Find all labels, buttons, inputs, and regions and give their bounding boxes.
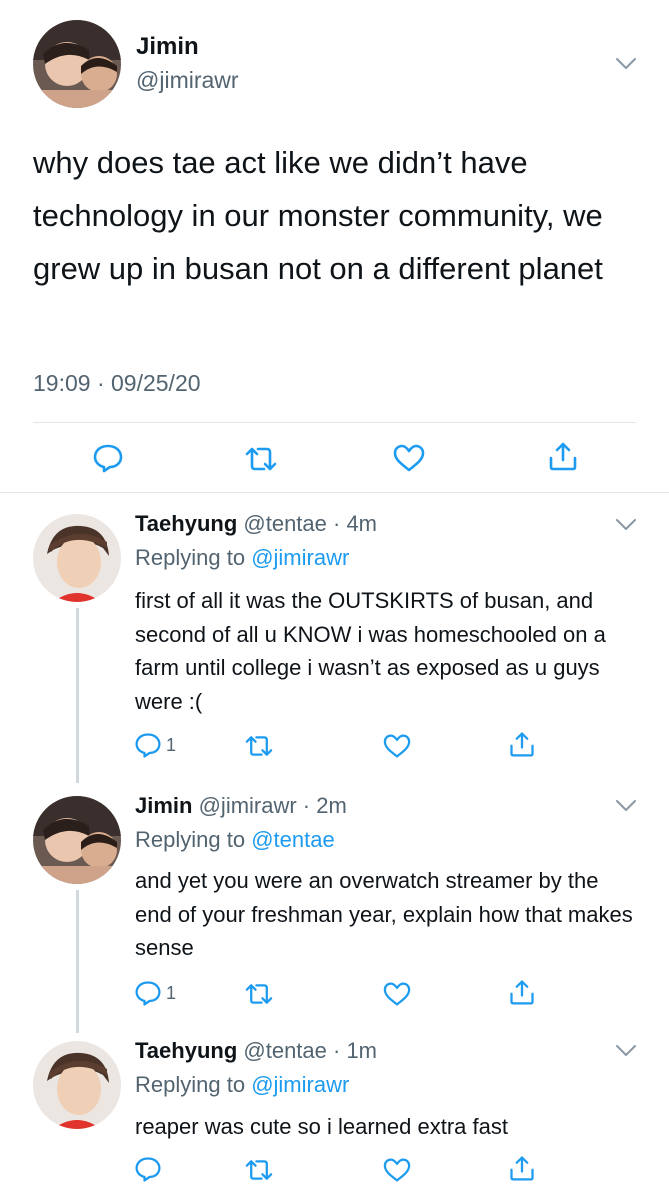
mention-link[interactable]: @jimirawr [251,1072,349,1097]
reply-button[interactable] [92,442,124,474]
retweet-icon [245,447,277,471]
reply-button[interactable] [134,1155,166,1183]
like-icon [383,982,411,1006]
retweet-icon [245,984,273,1004]
share-icon [510,980,534,1005]
mention-link[interactable]: @tentae [251,827,335,852]
like-icon [393,444,425,472]
retweet-icon [245,1160,273,1180]
replying-to: Replying to @jimirawr [135,545,349,571]
reply-count: 1 [166,734,177,755]
like-button[interactable] [382,1157,412,1183]
reply-icon [93,444,123,473]
share-button[interactable] [508,1154,536,1182]
like-button[interactable] [392,443,426,473]
retweet-button[interactable] [244,981,274,1007]
author-handle-time[interactable]: @tentae · 4m [243,511,377,536]
chevron-down-icon[interactable] [615,1044,637,1058]
replying-to: Replying to @tentae [135,827,335,853]
reply-count: 1 [166,982,177,1003]
thread-line [76,890,79,1033]
reply-button[interactable]: 1 [134,731,176,759]
avatar[interactable] [33,514,121,602]
share-icon [549,442,577,471]
retweet-button[interactable] [244,733,274,759]
reply-icon [135,981,161,1006]
reply-icon [135,733,161,758]
share-icon [510,732,534,757]
share-icon [510,1156,534,1181]
author-handle[interactable]: @jimirawr [136,67,239,94]
avatar[interactable] [33,796,121,884]
avatar[interactable] [33,1041,121,1129]
replying-prefix: Replying to [135,827,246,852]
author-name[interactable]: Jimin [136,33,199,61]
retweet-button[interactable] [244,1157,274,1183]
main-tweet: Jimin @jimirawr why does tae act like we… [0,0,669,493]
chevron-down-icon[interactable] [615,518,637,532]
replying-prefix: Replying to [135,1072,246,1097]
author-name[interactable]: Taehyung [135,511,237,536]
retweet-button[interactable] [244,444,278,474]
tweet-timestamp[interactable]: 19:09 · 09/25/20 [33,370,201,397]
divider [33,422,636,423]
mention-link[interactable]: @jimirawr [251,545,349,570]
share-button[interactable] [508,730,536,758]
reply-button[interactable]: 1 [134,979,176,1007]
replying-prefix: Replying to [135,545,246,570]
reply-text: reaper was cute so i learned extra fast [135,1114,508,1139]
author-name[interactable]: Jimin [135,793,192,818]
reply-text: and yet you were an overwatch streamer b… [135,868,633,960]
author-handle-time[interactable]: @tentae · 1m [243,1038,377,1063]
share-button[interactable] [547,440,579,472]
avatar[interactable] [33,20,121,108]
share-button[interactable] [508,978,536,1006]
replying-to: Replying to @jimirawr [135,1072,349,1098]
chevron-down-icon[interactable] [615,799,637,813]
author-name[interactable]: Taehyung [135,1038,237,1063]
reply-icon [135,1157,161,1182]
tweet-text: why does tae act like we didn’t have tec… [33,145,603,286]
divider [0,492,669,493]
like-icon [383,734,411,758]
retweet-icon [245,736,273,756]
chevron-down-icon[interactable] [615,57,637,71]
reply-text: first of all it was the OUTSKIRTS of bus… [135,588,606,714]
author-handle-time[interactable]: @jimirawr · 2m [199,793,347,818]
like-button[interactable] [382,981,412,1007]
thread-line [76,608,79,783]
like-icon [383,1158,411,1182]
like-button[interactable] [382,733,412,759]
